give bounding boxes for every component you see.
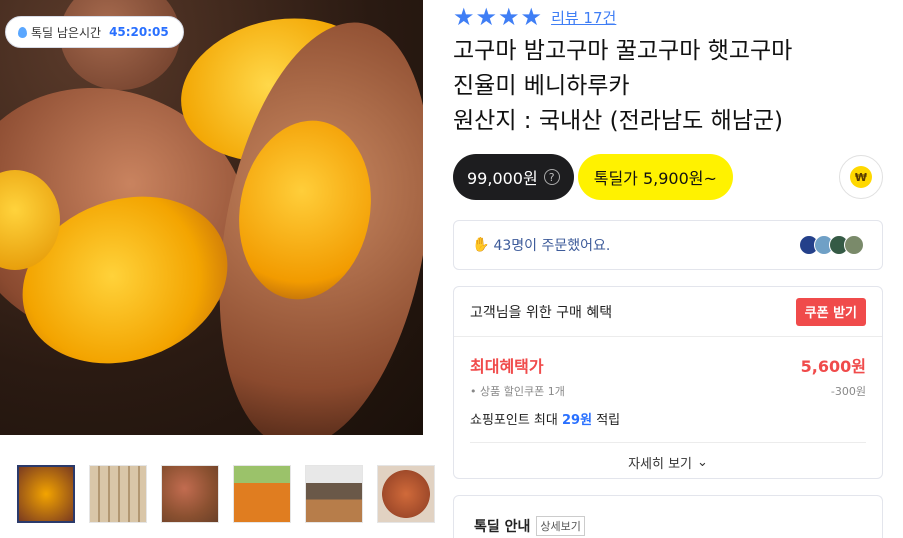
benefit-body: 최대혜택가 5,600원 • 상품 할인쿠폰 1개 -300원 쇼핑포인트 최대… <box>454 337 882 481</box>
star-icon: ★ <box>498 3 520 31</box>
chevron-down-icon: ⌄ <box>697 454 708 470</box>
order-count: ✋ 43명이 주문했어요. <box>472 235 610 255</box>
thumbnail-strip <box>17 465 435 523</box>
regular-price: 99,000원 <box>467 169 538 188</box>
star-icon: ★ <box>520 3 543 31</box>
thumbnail-2[interactable] <box>89 465 147 523</box>
title-line-3: 원산지 : 국내산 (전라남도 해남군) <box>453 108 784 134</box>
coupon-item: • 상품 할인쿠폰 1개 <box>470 385 565 398</box>
timer-value: 45:20:05 <box>109 25 169 39</box>
thumbnail-4[interactable] <box>233 465 291 523</box>
deal-timer-badge: 톡딜 남은시간 45:20:05 <box>5 16 184 48</box>
point-coin-button[interactable]: ₩ <box>839 155 883 199</box>
thumbnail-3[interactable] <box>161 465 219 523</box>
see-more-label: 자세히 보기 <box>628 456 693 472</box>
price-row: 99,000원 ? 톡딜가 5,900원~ ₩ <box>453 154 883 200</box>
deal-info-detail-link[interactable]: 상세보기 <box>536 515 585 536</box>
points-value: 29원 <box>562 413 593 428</box>
buyer-avatars <box>799 235 864 255</box>
get-coupon-button[interactable]: 쿠폰 받기 <box>795 297 866 326</box>
deal-info-box: 톡딜 안내 상세보기 <box>453 495 883 538</box>
product-info-panel: ★ ★ ★ ★ 리뷰 17건 고구마 밤고구마 꿀고구마 햇고구마 진율미 베니… <box>453 0 883 538</box>
coupon-amount: -300원 <box>830 385 866 398</box>
regular-price-button[interactable]: 99,000원 ? <box>453 154 574 200</box>
see-more-link[interactable]: 자세히 보기 ⌄ <box>470 443 866 481</box>
droplet-icon <box>18 26 27 38</box>
rating-row: ★ ★ ★ ★ 리뷰 17건 <box>453 2 883 32</box>
benefit-header: 고객님을 위한 구매 혜택 쿠폰 받기 <box>454 287 882 337</box>
review-count-link[interactable]: 리뷰 17건 <box>551 7 616 28</box>
deal-price-button[interactable]: 톡딜가 5,900원~ <box>577 154 733 200</box>
avatar <box>844 235 864 255</box>
benefit-title: 고객님을 위한 구매 혜택 <box>470 304 613 321</box>
order-count-box: ✋ 43명이 주문했어요. <box>453 220 883 270</box>
max-benefit-row: 최대혜택가 5,600원 <box>470 353 866 377</box>
shopping-points: 쇼핑포인트 최대 29원 적립 <box>470 413 621 428</box>
max-benefit-price: 5,600원 <box>800 357 866 376</box>
thumbnail-5[interactable] <box>305 465 363 523</box>
star-icon: ★ <box>475 3 498 31</box>
waving-hand-icon: ✋ <box>472 237 490 253</box>
title-line-1: 고구마 밤고구마 꿀고구마 햇고구마 <box>453 38 793 64</box>
deal-info-title: 톡딜 안내 <box>474 518 531 535</box>
product-title: 고구마 밤고구마 꿀고구마 햇고구마 진율미 베니하루카 원산지 : 국내산 (… <box>453 34 883 139</box>
order-count-text: 43명이 주문했어요. <box>493 238 611 254</box>
won-coin-icon: ₩ <box>850 166 872 188</box>
coupon-row: • 상품 할인쿠폰 1개 -300원 <box>470 383 866 399</box>
timer-label: 톡딜 남은시간 <box>31 25 102 40</box>
help-icon[interactable]: ? <box>543 169 560 185</box>
product-main-image: 톡딜 남은시간 45:20:05 <box>0 0 423 435</box>
max-benefit-label: 최대혜택가 <box>470 357 544 376</box>
star-icon: ★ <box>453 3 475 31</box>
thumbnail-1[interactable] <box>17 465 75 523</box>
product-page: 톡딜 남은시간 45:20:05 ★ ★ ★ ★ 리뷰 17건 고구마 밤고구마… <box>0 0 903 538</box>
title-line-2: 진율미 베니하루카 <box>453 73 630 99</box>
thumbnail-6[interactable] <box>377 465 435 523</box>
purchase-benefit-box: 고객님을 위한 구매 혜택 쿠폰 받기 최대혜택가 5,600원 • 상품 할인… <box>453 286 883 479</box>
